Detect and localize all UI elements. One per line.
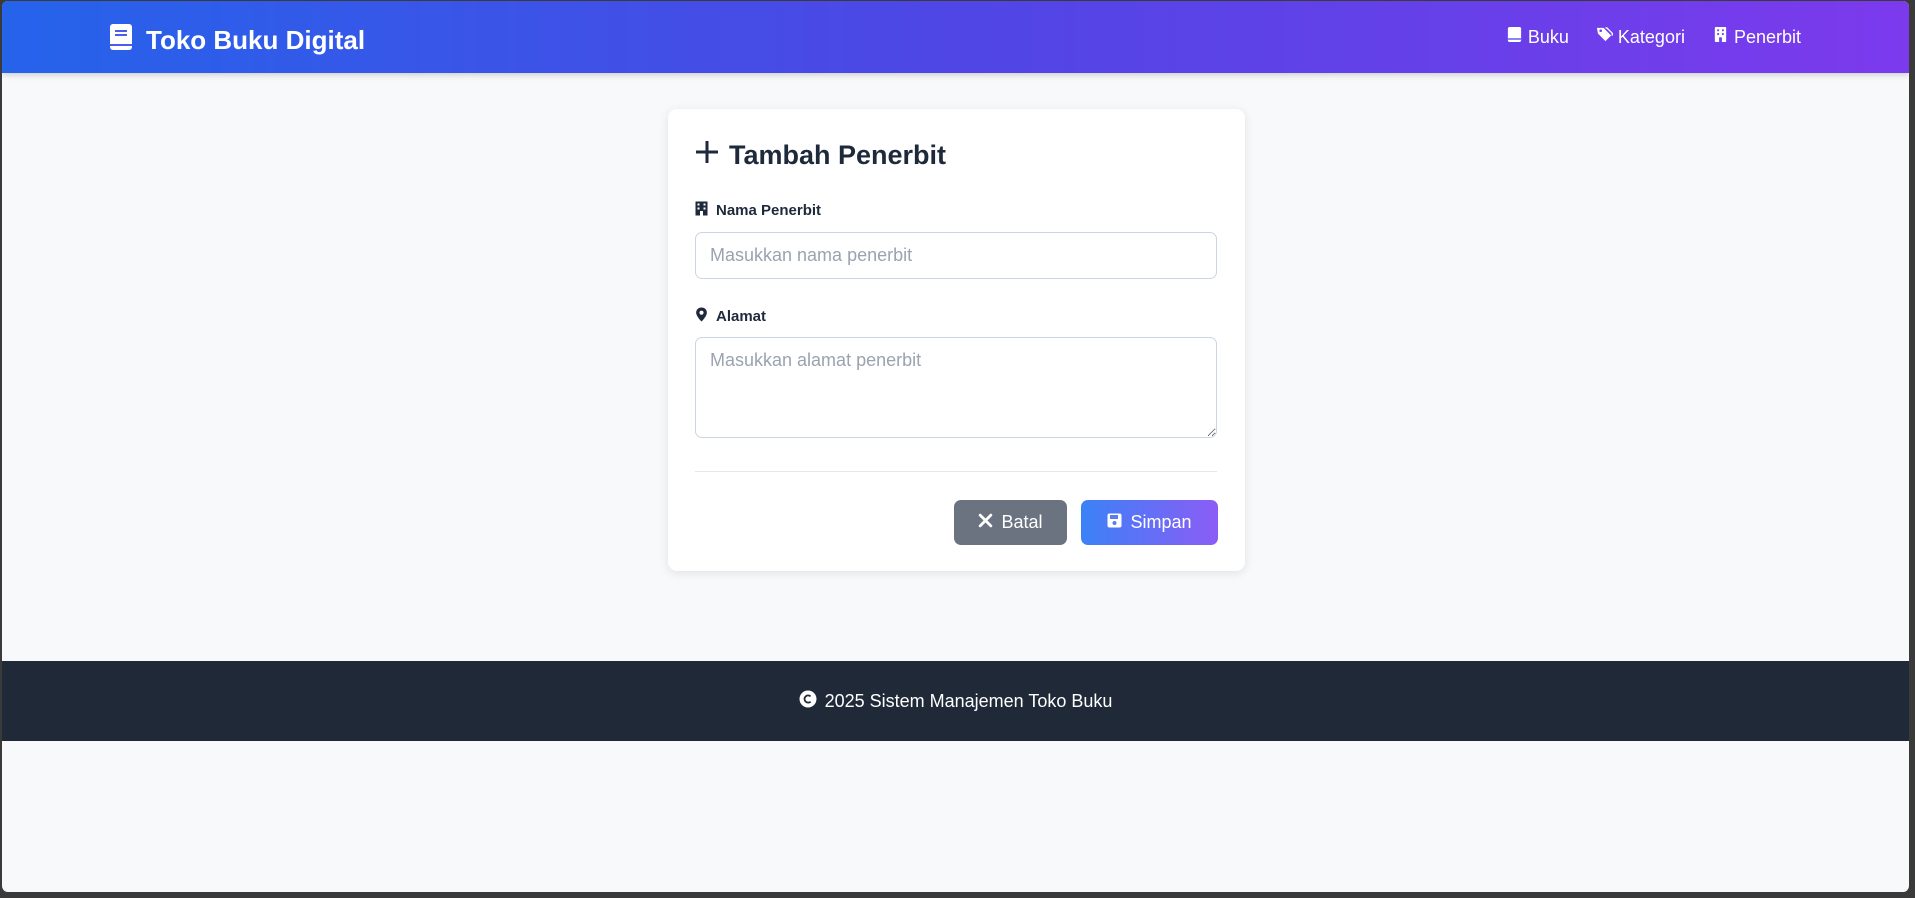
alamat-textarea[interactable] <box>695 337 1217 438</box>
browser-viewport: Toko Buku Digital Buku Kategori Penerbit <box>2 1 1909 892</box>
form-title: Tambah Penerbit <box>695 140 946 171</box>
x-icon <box>978 512 993 533</box>
nav-item-kategori[interactable]: Kategori <box>1596 26 1685 48</box>
brand-link[interactable]: Toko Buku Digital <box>109 23 365 58</box>
brand-title: Toko Buku Digital <box>146 25 366 55</box>
map-pin-icon <box>695 307 708 326</box>
building-icon <box>1712 26 1729 48</box>
book-icon <box>1506 26 1523 48</box>
save-button-label: Simpan <box>1130 512 1192 532</box>
form-card: Tambah Penerbit Nama Penerbit Alamat Bat… <box>668 109 1245 571</box>
book-icon <box>109 23 133 58</box>
tags-icon <box>1596 26 1614 48</box>
save-button[interactable]: Simpan <box>1081 500 1218 545</box>
nav-item-label: Penerbit <box>1733 26 1801 47</box>
nav-item-label: Buku <box>1527 26 1569 47</box>
nav-menu: Buku Kategori Penerbit <box>1506 26 1801 48</box>
nav-item-buku[interactable]: Buku <box>1506 26 1569 48</box>
form-divider <box>695 471 1217 472</box>
nama-penerbit-label-text: Nama Penerbit <box>716 202 822 219</box>
copyright-icon <box>799 690 817 713</box>
cancel-button[interactable]: Batal <box>954 500 1067 545</box>
plus-icon <box>695 140 719 171</box>
top-navbar: Toko Buku Digital Buku Kategori Penerbit <box>2 1 1909 73</box>
cancel-button-label: Batal <box>1001 512 1043 532</box>
nav-item-penerbit[interactable]: Penerbit <box>1712 26 1801 48</box>
building-icon <box>695 201 708 220</box>
save-icon <box>1107 512 1122 533</box>
alamat-label: Alamat <box>695 307 766 326</box>
footer-text: 2025 Sistem Manajemen Toko Buku <box>824 690 1113 711</box>
nav-item-label: Kategori <box>1617 26 1685 47</box>
page-footer: 2025 Sistem Manajemen Toko Buku <box>2 661 1909 741</box>
alamat-label-text: Alamat <box>716 308 767 325</box>
nama-penerbit-label: Nama Penerbit <box>695 201 821 220</box>
nama-penerbit-input[interactable] <box>695 232 1217 279</box>
form-title-text: Tambah Penerbit <box>729 140 947 170</box>
